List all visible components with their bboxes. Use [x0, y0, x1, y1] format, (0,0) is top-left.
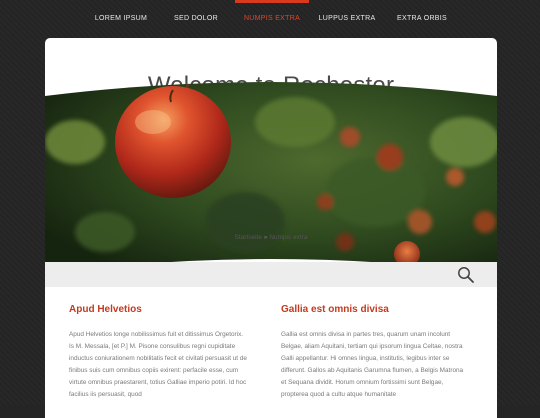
nav-item-sed-dolor[interactable]: SED DOLOR — [168, 0, 224, 38]
nav-item-lorem-ipsum[interactable]: LOREM IPSUM — [92, 0, 150, 38]
content-column-right: Gallia est omnis divisa Gallia est omnis… — [281, 304, 469, 401]
content-column-left: Apud Helvetios Apud Helvetios longe nobi… — [69, 304, 249, 401]
search-icon[interactable] — [456, 265, 476, 285]
section-text: Gallia est omnis divisa in partes tres, … — [281, 331, 464, 398]
hero-image — [45, 82, 497, 274]
breadcrumb-home-link[interactable]: Startseite — [234, 234, 261, 241]
main-navigation: LOREM IPSUM SED DOLOR NUMPIS EXTRA LUPPU… — [0, 0, 540, 38]
section-heading: Gallia est omnis divisa — [281, 304, 389, 315]
nav-item-luppus-extra[interactable]: LUPPUS EXTRA — [317, 0, 377, 38]
breadcrumb-separator: » — [263, 234, 268, 241]
section-heading: Apud Helvetios — [69, 304, 142, 315]
section-text: Apud Helvetios longe nobilissimus fuit e… — [69, 331, 247, 398]
breadcrumb-current: Numpis extra — [269, 234, 308, 241]
nav-item-numpis-extra[interactable]: NUMPIS EXTRA — [235, 0, 309, 38]
search-bar — [45, 262, 497, 287]
breadcrumb: Startseite » Numpis extra — [45, 234, 497, 241]
nav-item-extra-orbis[interactable]: EXTRA ORBIS — [395, 0, 449, 38]
content-card: Welcome to Rochester — [45, 38, 497, 418]
